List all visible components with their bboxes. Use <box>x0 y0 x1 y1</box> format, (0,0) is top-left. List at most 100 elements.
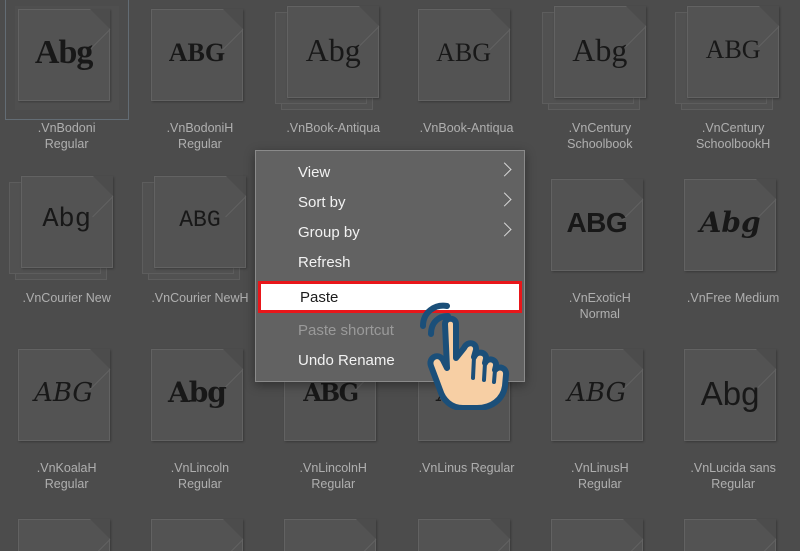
page-sheet-icon <box>150 519 244 551</box>
chevron-right-icon <box>497 192 512 207</box>
font-sample-glyph <box>685 520 775 551</box>
font-sample-glyph: Abg <box>167 376 227 409</box>
font-tile[interactable] <box>666 510 799 551</box>
font-sample-glyph: Abg <box>699 206 761 239</box>
font-tile-label: .VnLucida sans Regular <box>690 461 776 491</box>
font-sample-glyph: ABG <box>168 38 226 67</box>
font-sample-glyph: Abg <box>42 204 91 235</box>
font-file-icon[interactable]: ABG <box>675 6 785 110</box>
font-tile-label: .VnFree Medium <box>686 291 780 305</box>
menu-item-undo-rename[interactable]: Undo Rename <box>256 345 524 375</box>
font-file-icon[interactable]: ABG <box>415 6 519 110</box>
font-tile-label: .VnLincoln Regular <box>170 461 230 491</box>
font-tile[interactable]: Abg .VnCourier New <box>0 170 133 340</box>
font-tile[interactable] <box>267 510 400 551</box>
font-tile[interactable]: ABG .VnCentury SchoolbookH <box>666 0 799 170</box>
font-sample-glyph: Abg <box>572 32 628 68</box>
font-file-icon[interactable] <box>148 516 252 551</box>
font-tile-label: .VnLinusH Regular <box>570 461 629 491</box>
font-sample-glyph: ABG <box>179 206 221 233</box>
menu-item-label: Paste shortcut <box>298 321 394 339</box>
font-file-icon[interactable]: ABG <box>141 176 252 280</box>
font-tile-label: .VnExoticH Normal <box>568 291 631 321</box>
font-tile[interactable] <box>400 510 533 551</box>
font-tile-label: .VnCourier New <box>22 291 111 305</box>
font-file-icon[interactable]: ABG <box>148 6 252 110</box>
font-tile[interactable]: ABG .VnLinusH Regular <box>533 340 666 510</box>
page-sheet-icon <box>417 519 510 551</box>
font-file-icon[interactable] <box>681 516 785 551</box>
font-sample-glyph: ABG <box>34 378 94 408</box>
font-sample-glyph: ABG <box>436 38 491 67</box>
font-sample-glyph <box>552 520 642 551</box>
font-tile-label: .VnKoalaH Regular <box>36 461 97 491</box>
font-file-icon[interactable]: Abg <box>681 346 785 450</box>
font-file-icon[interactable]: Abg <box>148 346 252 450</box>
paste-row[interactable]: Paste <box>258 281 522 313</box>
page-sheet-icon: Abg <box>20 176 113 268</box>
font-file-icon[interactable] <box>15 516 119 551</box>
font-sample-glyph: ABG <box>567 378 627 408</box>
font-tile[interactable]: Abg .VnLucida sans Regular <box>666 340 799 510</box>
font-tile[interactable]: Abg .VnBodoni Regular <box>0 0 133 170</box>
chevron-right-icon <box>497 162 512 177</box>
font-tile[interactable]: Abg .VnCentury Schoolbook <box>533 0 666 170</box>
chevron-right-icon <box>497 222 512 237</box>
menu-item-sort-by[interactable]: Sort by <box>256 187 524 217</box>
font-tile[interactable]: ABG .VnExoticH Normal <box>533 170 666 340</box>
menu-item-label: Group by <box>298 223 360 241</box>
font-sample-glyph: Abg <box>305 32 361 68</box>
font-sample-glyph <box>152 520 242 551</box>
font-tile-label: .VnBook-Antiqua <box>286 121 381 135</box>
page-sheet-icon: ABG <box>550 179 644 271</box>
font-sample-glyph: ABG <box>705 35 761 64</box>
font-file-icon[interactable] <box>281 516 385 551</box>
font-file-icon[interactable] <box>415 516 519 551</box>
font-file-icon[interactable]: ABG <box>15 346 119 450</box>
font-tile[interactable]: ABG .VnKoalaH Regular <box>0 340 133 510</box>
menu-item-group-by[interactable]: Group by <box>256 217 524 247</box>
page-sheet-icon: Abg <box>150 349 244 441</box>
page-sheet-icon <box>17 519 110 551</box>
font-sample-glyph: Abg <box>700 374 760 412</box>
font-sample-glyph <box>19 520 109 551</box>
font-tile[interactable]: Abg .VnLincoln Regular <box>133 340 266 510</box>
menu-item-paste-shortcut: Paste shortcut <box>256 315 524 345</box>
page-sheet-icon: ABG <box>150 9 244 101</box>
menu-item-view[interactable]: View <box>256 157 524 187</box>
font-tile[interactable] <box>533 510 666 551</box>
font-file-icon[interactable]: Abg <box>8 176 119 280</box>
page-sheet-icon: ABG <box>17 349 110 441</box>
menu-item-label: Paste <box>300 288 339 306</box>
font-file-icon[interactable]: Abg <box>681 176 785 280</box>
page-sheet-icon: Abg <box>684 349 777 441</box>
font-sample-glyph <box>419 520 509 551</box>
font-file-icon[interactable]: ABG <box>548 176 652 280</box>
menu-item-label: Undo Rename <box>298 351 395 369</box>
menu-item-label: Sort by <box>298 193 346 211</box>
font-file-icon[interactable]: Abg <box>275 6 385 110</box>
font-tile[interactable]: ABG .VnBodoniH Regular <box>133 0 266 170</box>
menu-item-paste[interactable]: Paste <box>258 281 522 313</box>
font-tile-label: .VnCourier NewH <box>151 291 249 305</box>
font-file-icon[interactable]: Abg <box>4 0 129 120</box>
page-sheet-icon: Abg <box>553 6 647 98</box>
font-tile-label: .VnLinus Regular <box>418 461 515 475</box>
page-sheet-icon: Abg <box>17 9 110 101</box>
context-menu[interactable]: View Sort by Group by Refresh Paste Past… <box>255 150 525 382</box>
page-sheet-icon: Abg <box>684 179 777 271</box>
font-tile[interactable] <box>0 510 133 551</box>
font-tile[interactable]: Abg .VnBook-Antiqua <box>267 0 400 170</box>
font-file-icon[interactable]: Abg <box>541 6 652 110</box>
menu-item-refresh[interactable]: Refresh <box>256 247 524 277</box>
font-file-icon[interactable] <box>548 516 652 551</box>
font-tile[interactable]: ABG .VnBook-Antiqua <box>400 0 533 170</box>
font-tile[interactable]: Abg .VnFree Medium <box>666 170 799 340</box>
page-sheet-icon: ABG <box>550 349 644 441</box>
font-tile-label: .VnLincolnH Regular <box>299 461 367 491</box>
font-file-icon[interactable]: ABG <box>548 346 652 450</box>
font-tile[interactable] <box>133 510 266 551</box>
page-sheet-icon: ABG <box>687 6 780 98</box>
page-sheet-icon <box>684 519 777 551</box>
font-tile[interactable]: ABG .VnCourier NewH <box>133 170 266 340</box>
